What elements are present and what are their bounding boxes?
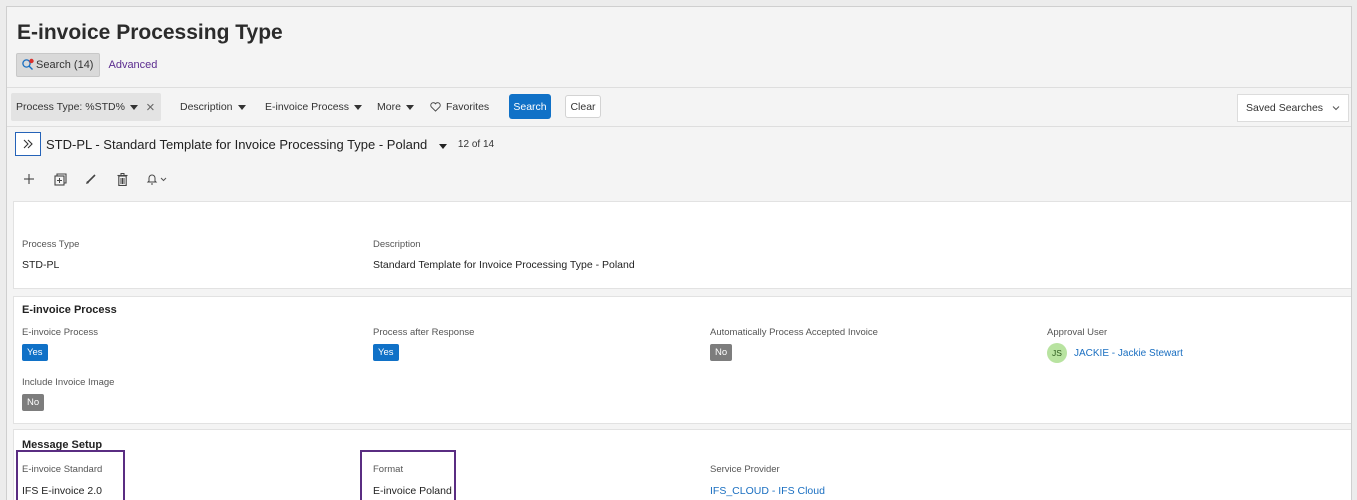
service-provider-link[interactable]: IFS_CLOUD - IFS Cloud [710,485,825,497]
search-tab[interactable]: Search (14) [16,53,101,77]
edit-icon[interactable] [81,169,101,189]
filter-description[interactable]: Description [180,93,246,121]
description-value: Standard Template for Invoice Processing… [373,259,635,271]
einvoice-process-card: E-invoice Process E-invoice Process Yes … [13,296,1351,424]
plus-icon[interactable] [19,169,39,189]
avatar: JS [1047,343,1067,363]
auto-process-badge: No [710,344,733,361]
einvoice-process-label: E-invoice Process [22,327,99,338]
favorites-button[interactable]: Favorites [430,93,489,121]
advanced-search-link[interactable]: Advanced [108,59,157,71]
filter-bar: Process Type: %STD% × Description E-invo… [7,87,1351,127]
einvoice-standard-label: E-invoice Standard [22,464,103,475]
einvoice-process-heading: E-invoice Process [22,304,117,316]
einvoice-process-badge: Yes [22,344,48,361]
filter-einvoice-process[interactable]: E-invoice Process [265,93,363,121]
heart-icon [430,102,441,112]
app-frame: E-invoice Processing Type Search (14) Ad… [6,6,1352,500]
message-setup-heading: Message Setup [22,439,103,451]
search-tab-label: Search (14) [36,59,94,71]
service-provider-label: Service Provider [710,464,780,475]
bell-icon[interactable] [143,169,173,189]
saved-searches-label: Saved Searches [1246,102,1324,114]
approval-user-label: Approval User [1047,327,1108,338]
description-label: Description [373,239,421,250]
record-selector: STD-PL - Standard Template for Invoice P… [15,132,494,156]
record-position: 12 of 14 [457,138,495,150]
chevron-down-icon [1332,106,1340,111]
copy-icon[interactable] [50,169,70,189]
record-toolbar [19,169,184,189]
chevron-down-icon [405,104,414,110]
search-button[interactable]: Search [509,94,551,119]
record-title[interactable]: STD-PL - Standard Template for Invoice P… [46,137,447,152]
filter-label: More [377,101,401,113]
filter-label: Description [180,101,233,113]
saved-searches-dropdown[interactable]: Saved Searches [1237,94,1349,122]
format-label: Format [373,464,404,475]
filter-label: E-invoice Process [265,101,350,113]
expand-navigator-button[interactable] [15,132,41,156]
delete-icon[interactable] [112,169,132,189]
chevron-down-icon [129,104,138,110]
include-image-badge: No [22,394,45,411]
search-icon [22,58,34,70]
filter-more[interactable]: More [377,93,414,121]
double-chevron-right-icon [23,139,33,149]
search-tabs: Search (14) Advanced [16,53,157,77]
process-type-value: STD-PL [22,259,60,271]
chevron-down-icon [237,104,246,110]
message-setup-card: Message Setup E-invoice Standard IFS E-i… [13,429,1351,500]
page-title: E-invoice Processing Type [17,21,283,44]
chevron-down-icon [354,104,363,110]
format-value: E-invoice Poland [373,485,452,497]
process-type-label: Process Type [22,239,80,250]
auto-process-label: Automatically Process Accepted Invoice [710,327,878,338]
close-icon[interactable]: × [146,99,155,116]
einvoice-standard-value: IFS E-invoice 2.0 [22,485,102,497]
process-after-response-badge: Yes [373,344,399,361]
process-after-response-label: Process after Response [373,327,475,338]
filter-chip-process-type[interactable]: Process Type: %STD% × [11,93,161,121]
main-details-card: Process Type STD-PL Description Standard… [13,201,1351,289]
approval-user-link[interactable]: JACKIE - Jackie Stewart [1074,348,1183,359]
record-title-text: STD-PL - Standard Template for Invoice P… [46,136,428,152]
chevron-down-icon [438,143,447,149]
clear-button[interactable]: Clear [565,95,601,118]
favorites-label: Favorites [446,101,490,113]
include-image-label: Include Invoice Image [22,377,115,388]
filter-chip-label: Process Type: %STD% [16,101,125,113]
